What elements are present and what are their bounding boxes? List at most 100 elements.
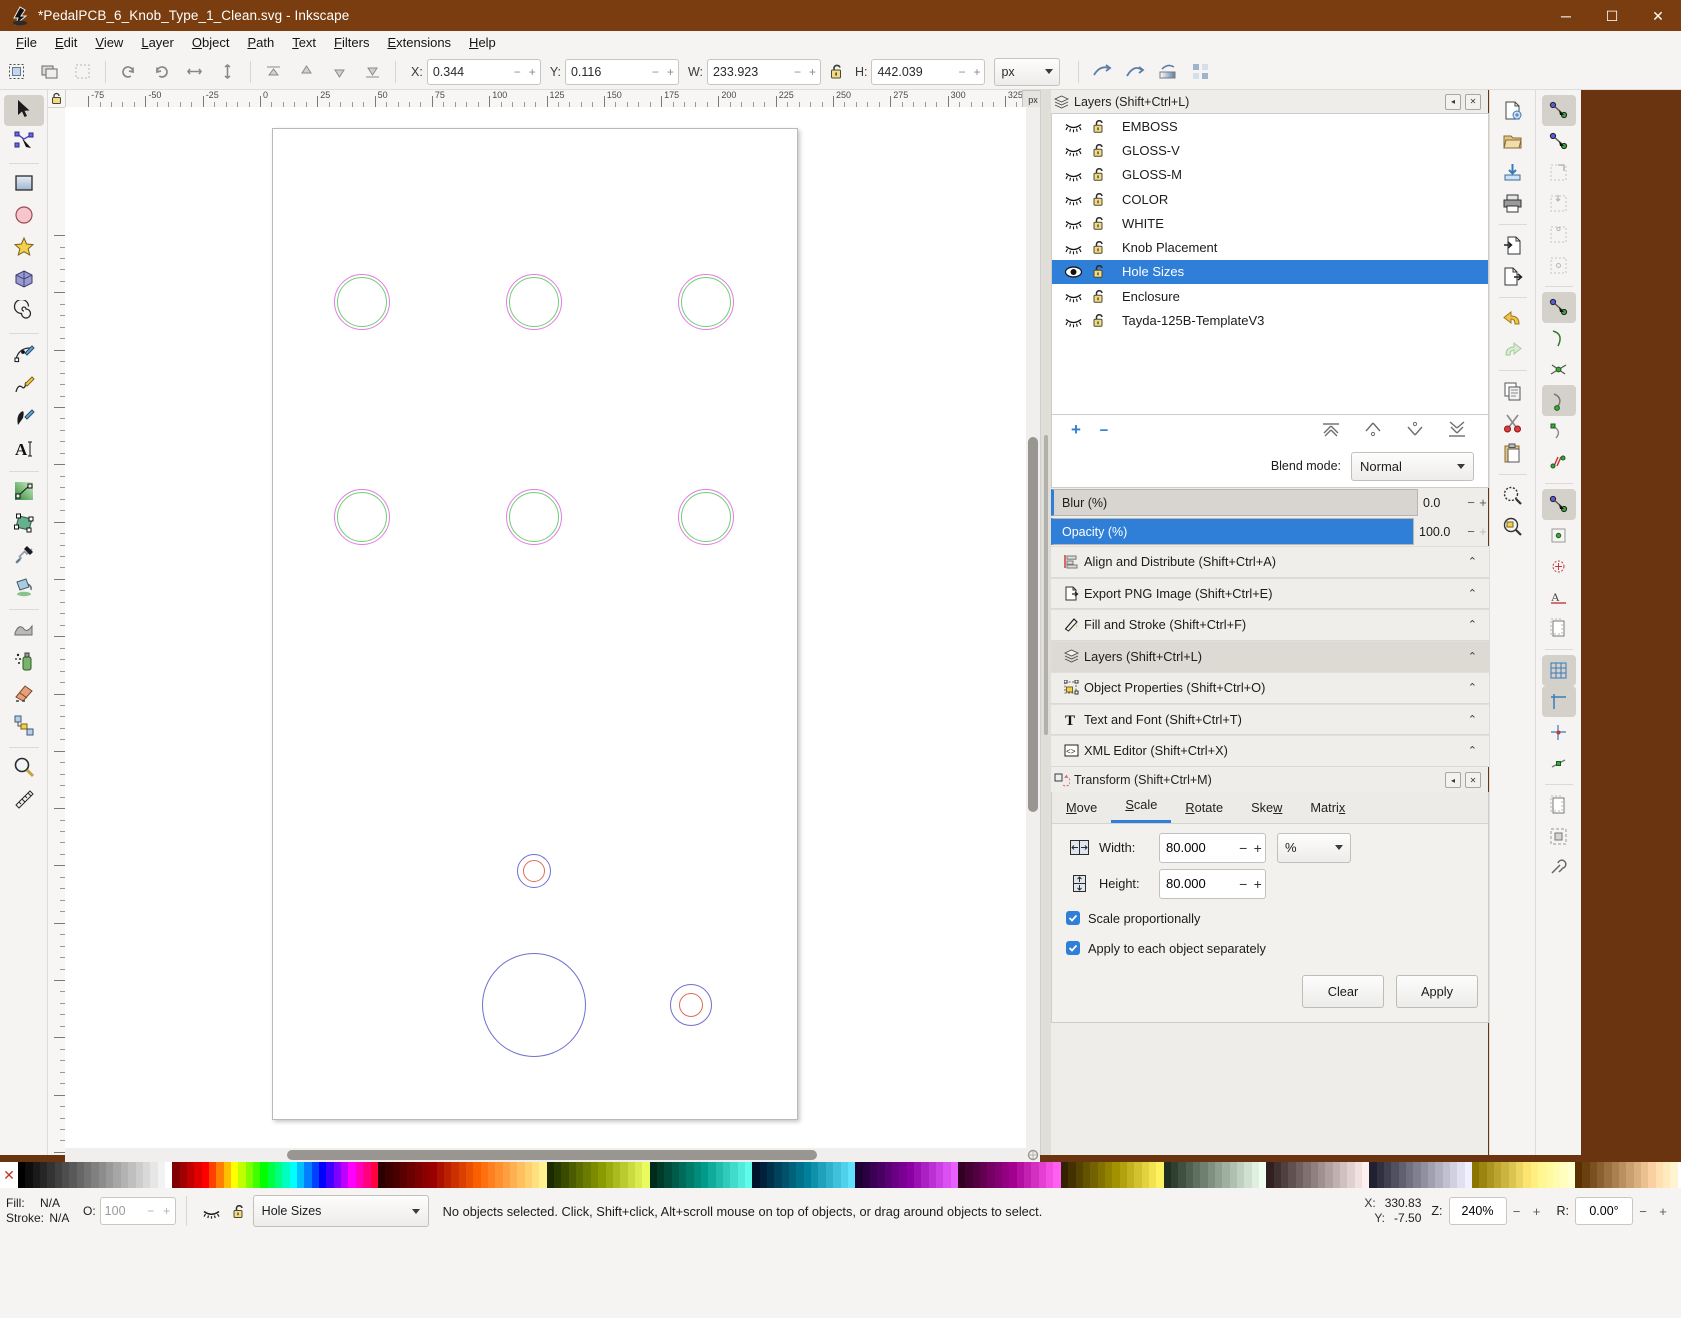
enable-snapping-icon[interactable] (1541, 95, 1576, 126)
current-layer-select[interactable]: Hole Sizes (252, 1195, 429, 1227)
horizontal-scroll-thumb[interactable] (287, 1150, 817, 1160)
rotate-decrement[interactable]: − (1633, 1204, 1653, 1219)
snap-page-border-icon[interactable] (1542, 613, 1576, 644)
palette-swatch[interactable] (1538, 1162, 1546, 1188)
palette-swatch[interactable] (1119, 1162, 1127, 1188)
palette-swatch[interactable] (502, 1162, 511, 1188)
snap-bounding-box-icon[interactable] (1542, 126, 1576, 157)
palette-swatch[interactable] (341, 1162, 349, 1188)
palette-swatch[interactable] (1053, 1162, 1061, 1188)
spiral-tool[interactable] (4, 297, 44, 328)
snap-bbox-midpoint-icon[interactable] (1542, 219, 1576, 250)
palette-swatch[interactable] (1060, 1162, 1069, 1188)
palette-swatch[interactable] (319, 1162, 327, 1188)
affect-gradient-icon[interactable] (1152, 57, 1183, 87)
snap-tools-icon[interactable] (1542, 852, 1576, 883)
eye-closed-icon[interactable] (197, 1204, 227, 1219)
palette-swatch[interactable] (1501, 1162, 1509, 1188)
palette-swatch[interactable] (913, 1162, 922, 1188)
palette-swatch[interactable] (32, 1162, 41, 1188)
raise-to-top-icon[interactable] (1320, 419, 1342, 442)
close-button[interactable]: ✕ (1635, 0, 1681, 31)
snap-guide-icon[interactable] (1541, 686, 1576, 717)
palette-swatch[interactable] (194, 1162, 202, 1188)
palette-swatch[interactable] (1494, 1162, 1502, 1188)
eye-closed-icon[interactable] (1060, 241, 1086, 255)
palette-swatch[interactable] (642, 1162, 650, 1188)
dock-bar-align-distribute[interactable]: Align and Distribute (Shift+Ctrl+A) ⌃ (1051, 546, 1489, 578)
dock-resize-handle[interactable] (1041, 90, 1051, 1155)
palette-swatch[interactable] (869, 1162, 878, 1188)
eye-open-icon[interactable] (1060, 265, 1086, 279)
transform-width-decrement[interactable]: − (1236, 835, 1251, 861)
palette-swatch[interactable] (135, 1162, 143, 1188)
palette-swatch[interactable] (715, 1162, 723, 1188)
palette-swatch[interactable] (1207, 1162, 1216, 1188)
palette-swatch[interactable] (884, 1162, 892, 1188)
palette-swatch[interactable] (1369, 1162, 1377, 1188)
add-layer-button[interactable]: + (1062, 420, 1090, 440)
snap-object-center-icon[interactable] (1542, 520, 1576, 551)
snap-path-icon[interactable] (1542, 323, 1576, 354)
palette-swatch[interactable] (1545, 1162, 1553, 1188)
palette-swatch[interactable] (649, 1162, 657, 1188)
tweak-tool[interactable] (4, 615, 44, 646)
palette-swatch[interactable] (157, 1162, 165, 1188)
eye-closed-icon[interactable] (1060, 289, 1086, 303)
palette-swatch[interactable] (1479, 1162, 1487, 1188)
layers-panel-close-button[interactable]: ✕ (1465, 93, 1481, 110)
lower-icon[interactable] (324, 57, 355, 87)
unlocked-padlock-icon[interactable] (1086, 142, 1112, 159)
palette-swatch[interactable] (656, 1162, 665, 1188)
palette-swatch[interactable] (142, 1162, 151, 1188)
palette-swatch[interactable] (91, 1162, 99, 1188)
palette-swatch[interactable] (326, 1162, 334, 1188)
palette-swatch[interactable] (862, 1162, 870, 1188)
transform-width-increment[interactable]: + (1251, 835, 1266, 861)
zoom-field[interactable] (1448, 1197, 1507, 1225)
palette-swatch[interactable] (1405, 1162, 1414, 1188)
palette-swatch[interactable] (1604, 1162, 1612, 1188)
palette-swatch[interactable] (1068, 1162, 1076, 1188)
palette-swatch[interactable] (1002, 1162, 1010, 1188)
unlocked-padlock-icon[interactable] (1086, 118, 1112, 135)
snap-page-icon[interactable] (1542, 790, 1576, 821)
eye-closed-icon[interactable] (1060, 119, 1086, 133)
opacity-field[interactable]: − + (99, 1197, 176, 1225)
maximize-button[interactable]: ☐ (1589, 0, 1635, 31)
raise-icon[interactable] (291, 57, 322, 87)
zoom-selection-icon[interactable] (1496, 480, 1530, 511)
palette-swatch[interactable] (811, 1162, 819, 1188)
redo-icon[interactable] (1496, 334, 1530, 365)
opacity-input[interactable] (100, 1199, 143, 1223)
lower-to-bottom-icon[interactable] (357, 57, 388, 87)
selector-tool[interactable] (3, 95, 44, 126)
palette-swatch[interactable] (1523, 1162, 1531, 1188)
horizontal-ruler[interactable]: -75 -50 -25 0 25 50 75 100 125 150 175 200 225 250 275… (48, 90, 1040, 108)
palette-swatch[interactable] (164, 1162, 173, 1188)
snap-object-midpoint-icon[interactable] (1542, 748, 1576, 779)
palette-swatch[interactable] (113, 1162, 121, 1188)
layer-row[interactable]: Hole Sizes (1052, 259, 1488, 285)
flip-vertical-icon[interactable] (212, 57, 243, 87)
palette-swatch[interactable] (1303, 1162, 1311, 1188)
eye-closed-icon[interactable] (1060, 216, 1086, 230)
palette-swatch[interactable] (69, 1162, 77, 1188)
palette-swatch[interactable] (488, 1162, 496, 1188)
palette-swatch[interactable] (1097, 1162, 1105, 1188)
hole-inner-circle[interactable] (523, 860, 545, 882)
dock-bar-export-png[interactable]: Export PNG Image (Shift+Ctrl+E) ⌃ (1051, 577, 1489, 609)
snap-midpoint-line-icon[interactable] (1542, 447, 1576, 478)
palette-swatch[interactable] (510, 1162, 518, 1188)
unlocked-padlock-icon[interactable] (1086, 191, 1112, 208)
palette-swatch[interactable] (458, 1162, 466, 1188)
transform-height-field[interactable]: − + (1159, 868, 1266, 899)
color-palette[interactable]: ✕ (0, 1162, 1681, 1188)
palette-swatch[interactable] (980, 1162, 988, 1188)
menu-extensions[interactable]: Extensions (378, 33, 460, 52)
layer-row[interactable]: EMBOSS (1052, 114, 1488, 138)
transform-height-increment[interactable]: + (1251, 871, 1266, 897)
affect-pattern-icon[interactable] (1185, 57, 1216, 87)
rotate-ccw-icon[interactable] (113, 57, 144, 87)
chevron-up-icon[interactable]: ⌃ (1468, 713, 1489, 726)
